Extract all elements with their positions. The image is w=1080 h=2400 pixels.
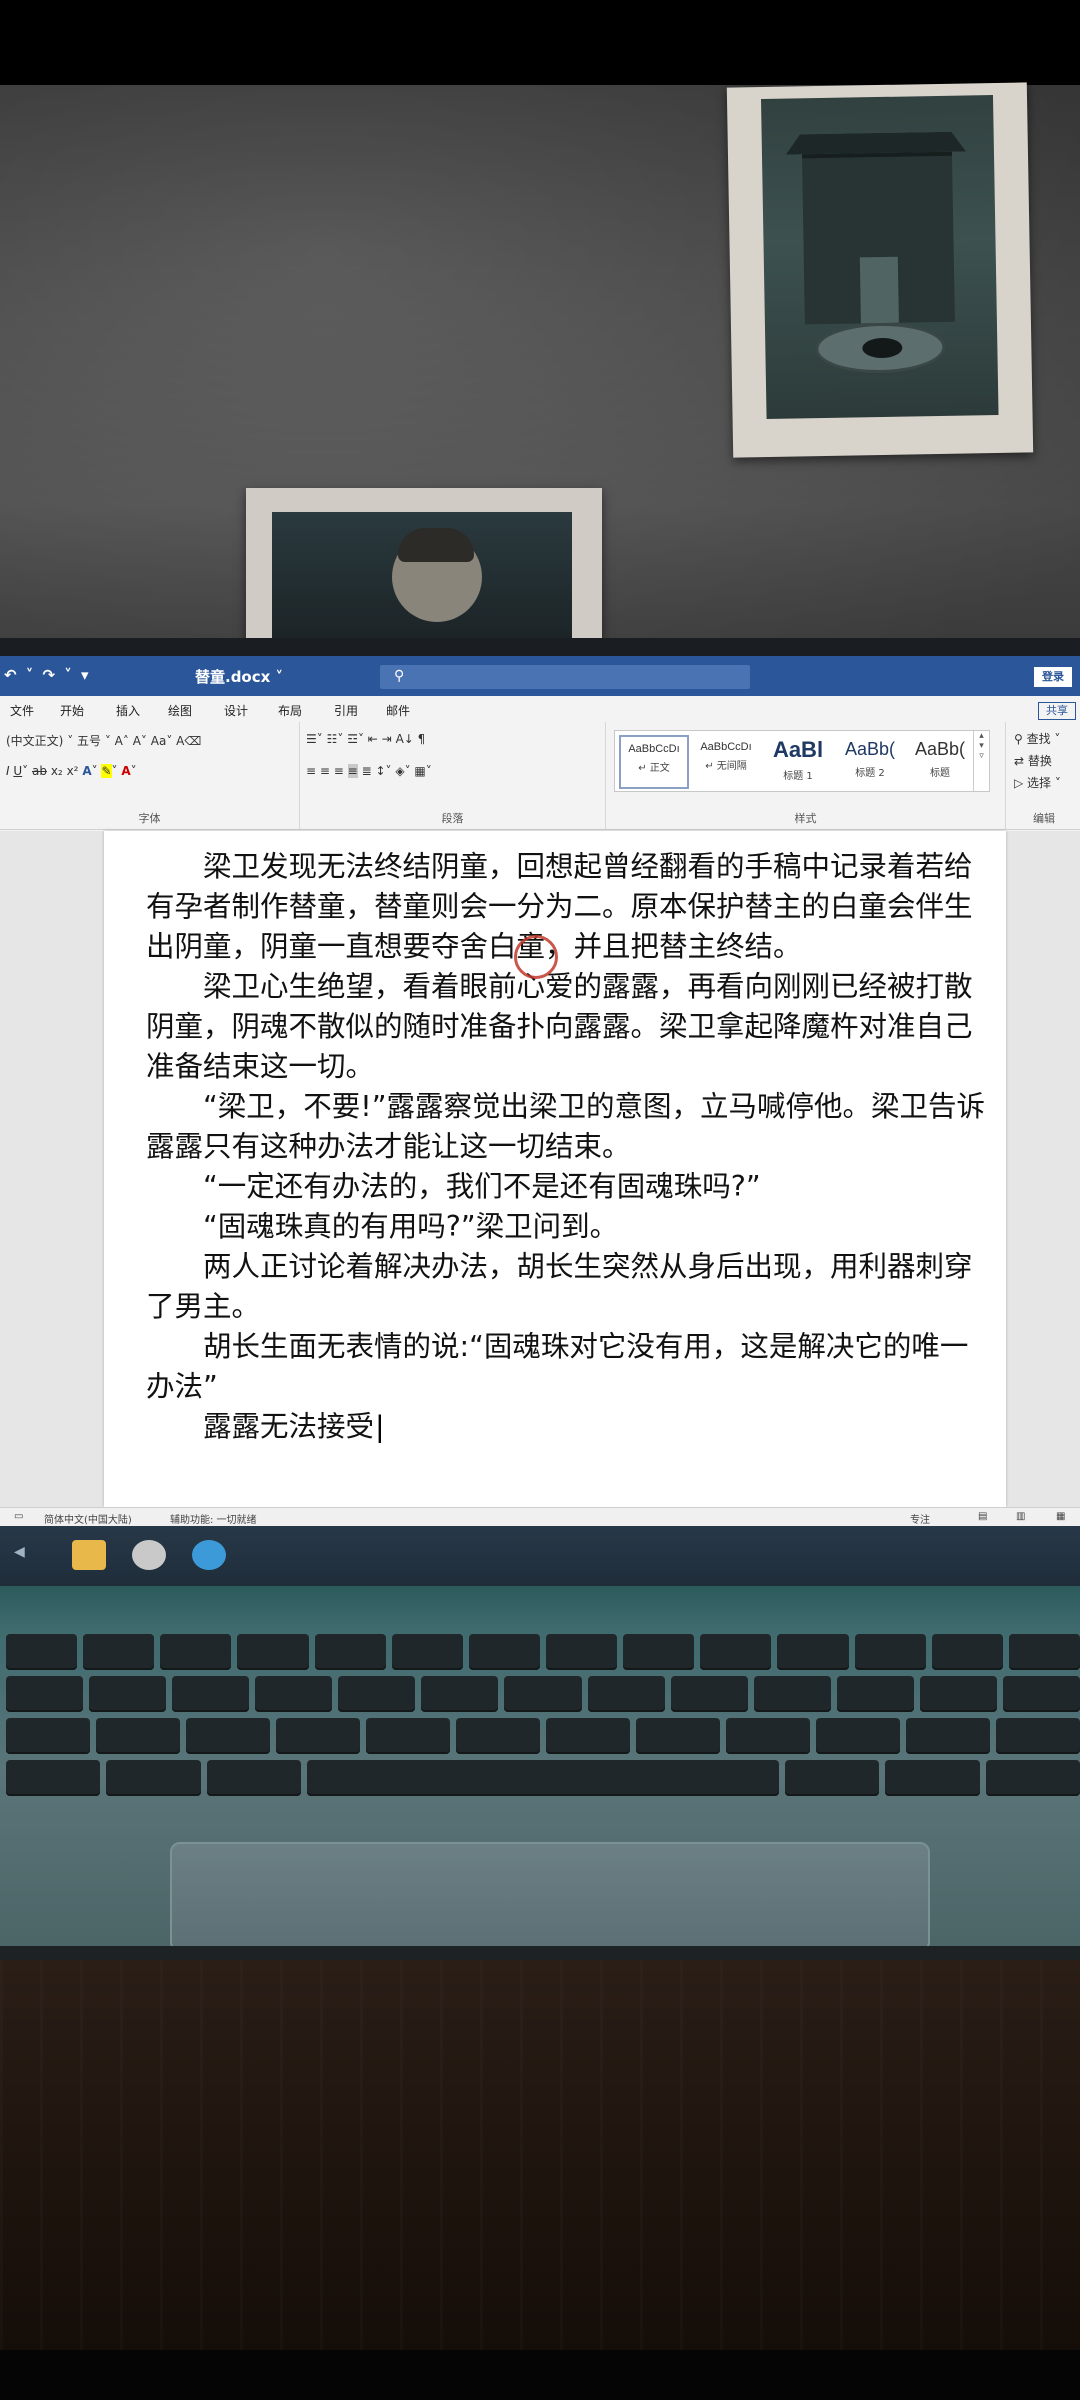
tab-references[interactable]: 引用 — [334, 702, 358, 719]
folder-icon[interactable] — [72, 1540, 106, 1570]
browser-icon[interactable] — [192, 1540, 226, 1570]
highlight-circle-marker[interactable] — [514, 935, 558, 979]
borders-icon[interactable]: ▦˅ — [414, 764, 431, 778]
subscript-button[interactable]: x₂ — [51, 764, 63, 778]
paragraph[interactable]: 两人正讨论着解决办法，胡长生突然从身后出现，用利器刺穿了男主。 — [146, 1247, 990, 1327]
sort-icon[interactable]: A↓ — [396, 732, 414, 746]
ribbon: (中文正文) ˅ 五号 ˅ A˄ A˅ Aa˅ A⌫ I U˅ ab x₂ x²… — [0, 722, 1080, 830]
share-button[interactable]: 共享 — [1038, 702, 1076, 720]
document-text[interactable]: 梁卫发现无法终结阴童，回想起曾经翻看的手稿中记录着若给有孕者制作替童，替童则会一… — [146, 847, 990, 1447]
paragraph-group: ☰˅ ☷˅ ☲˅ ⇤ ⇥ A↓ ¶ ≡ ≡ ≡ ≡ ≣ ↕˅ ◈˅ ▦˅ 段落 — [300, 722, 606, 830]
print-layout-icon[interactable]: ▥ — [1016, 1511, 1025, 1522]
styles-group: 样式 — [606, 722, 1006, 830]
laptop-edge — [0, 1946, 1080, 1960]
align-center-icon[interactable]: ≡ — [320, 764, 330, 778]
font-size-select[interactable]: 五号 — [77, 734, 101, 748]
paragraph[interactable]: “梁卫，不要!”露露察觉出梁卫的意图，立马喊停他。梁卫告诉露露只有这种办法才能让… — [146, 1087, 990, 1167]
font-group-label: 字体 — [138, 812, 161, 825]
align-right-icon[interactable]: ≡ — [334, 764, 344, 778]
tab-file[interactable]: 文件 — [10, 702, 34, 719]
editing-group-label: 编辑 — [1033, 812, 1055, 825]
speaker-icon[interactable]: ◀ — [14, 1544, 25, 1560]
sign-in-button[interactable]: 登录 — [1034, 667, 1072, 687]
tab-layout[interactable]: 布局 — [278, 702, 302, 719]
ribbon-tabs: 文件 开始 插入 绘图 设计 布局 引用 邮件 共享 — [0, 696, 1080, 722]
change-case-button[interactable]: Aa˅ — [151, 734, 173, 748]
keyboard — [0, 1634, 1080, 1824]
align-left-icon[interactable]: ≡ — [306, 764, 316, 778]
editing-group: ⚲ 查找 ˅ ⇄ 替换 ▷ 选择 ˅ 编辑 — [1008, 722, 1080, 830]
styles-group-label: 样式 — [794, 812, 817, 825]
shrink-font-button[interactable]: A˅ — [133, 734, 147, 748]
bullets-icon[interactable]: ☰˅ — [306, 732, 323, 746]
document-page[interactable]: 梁卫发现无法终结阴童，回想起曾经翻看的手稿中记录着若给有孕者制作替童，替童则会一… — [104, 831, 1006, 1507]
courtyard-illustration — [760, 95, 999, 420]
line-spacing-icon[interactable]: ↕˅ — [375, 764, 391, 778]
paragraph-group-label: 段落 — [441, 812, 464, 825]
paragraph[interactable]: 梁卫心生绝望，看着眼前心爱的露露，再看向刚刚已经被打散阴童，阴魂不散似的随时准备… — [146, 967, 990, 1087]
paragraph[interactable]: “一定还有办法的，我们不是还有固魂珠吗?” — [146, 1167, 990, 1207]
well-illustration — [814, 321, 946, 375]
replace-button[interactable]: ⇄ 替换 — [1014, 752, 1052, 769]
distribute-icon[interactable]: ≣ — [362, 764, 372, 778]
highlight-icon[interactable]: ✎ — [101, 764, 112, 778]
text-effects-button[interactable]: A — [82, 764, 91, 778]
search-icon: ⚲ — [394, 668, 405, 684]
taskbar: ◀ — [0, 1526, 1080, 1586]
font-color-button[interactable]: A — [121, 764, 130, 778]
grow-font-button[interactable]: A˄ — [115, 734, 129, 748]
italic-button[interactable]: I — [6, 764, 10, 778]
focus-mode-button[interactable]: 专注 — [910, 1511, 930, 1526]
shading-icon[interactable]: ◈˅ — [395, 764, 410, 778]
multilevel-list-icon[interactable]: ☲˅ — [347, 732, 364, 746]
tab-design[interactable]: 设计 — [224, 702, 248, 719]
web-layout-icon[interactable]: ▦ — [1056, 1511, 1065, 1522]
bottom-shadow — [0, 2350, 1080, 2400]
quick-access-toolbar[interactable]: ↶ ˅ ↷ ˅ ▾ — [4, 666, 91, 684]
laptop-base — [0, 1586, 1080, 1956]
select-button[interactable]: ▷ 选择 ˅ — [1014, 774, 1061, 791]
superscript-button[interactable]: x² — [67, 764, 79, 778]
clear-format-icon[interactable]: A⌫ — [176, 734, 201, 748]
tab-draw[interactable]: 绘图 — [168, 702, 192, 719]
tab-mailings[interactable]: 邮件 — [386, 702, 410, 719]
settings-icon[interactable] — [132, 1540, 166, 1570]
status-bar: ▭ 简体中文(中国大陆) 辅助功能: 一切就绪 专注 ▤ ▥ ▦ — [0, 1507, 1080, 1526]
justify-icon[interactable]: ≡ — [347, 764, 358, 778]
paragraph[interactable]: 胡长生面无表情的说:“固魂珠对它没有用，这是解决它的唯一办法” — [146, 1327, 990, 1407]
numbering-icon[interactable]: ☷˅ — [327, 732, 344, 746]
search-box[interactable]: ⚲ — [380, 665, 750, 689]
laptop-bezel — [0, 638, 1080, 656]
show-marks-icon[interactable]: ¶ — [418, 732, 426, 746]
tab-home[interactable]: 开始 — [60, 702, 84, 719]
document-filename[interactable]: 替童.docx ˅ — [195, 666, 283, 687]
underline-button[interactable]: U˅ — [13, 764, 28, 778]
title-bar: ↶ ˅ ↷ ˅ ▾ 替童.docx ˅ ⚲ 登录 — [0, 656, 1080, 696]
font-group: (中文正文) ˅ 五号 ˅ A˄ A˅ Aa˅ A⌫ I U˅ ab x₂ x²… — [0, 722, 300, 830]
find-button[interactable]: ⚲ 查找 ˅ — [1014, 730, 1060, 747]
increase-indent-icon[interactable]: ⇥ — [382, 732, 392, 746]
wall-photo-portrait — [246, 488, 602, 638]
document-area: 梁卫发现无法终结阴童，回想起曾经翻看的手稿中记录着若给有孕者制作替童，替童则会一… — [0, 831, 1080, 1507]
wooden-desk — [0, 1960, 1080, 2400]
word-window: ↶ ˅ ↷ ˅ ▾ 替童.docx ˅ ⚲ 登录 文件 开始 插入 绘图 设计 … — [0, 656, 1080, 1526]
font-name-select[interactable]: (中文正文) — [6, 734, 63, 748]
read-mode-icon[interactable]: ▤ — [978, 1511, 987, 1522]
decrease-indent-icon[interactable]: ⇤ — [368, 732, 378, 746]
top-letterbox — [0, 0, 1080, 85]
paragraph[interactable]: 梁卫发现无法终结阴童，回想起曾经翻看的手稿中记录着若给有孕者制作替童，替童则会一… — [146, 847, 990, 967]
strikethrough-button[interactable]: ab — [32, 764, 47, 778]
trackpad — [170, 1842, 930, 1952]
tab-insert[interactable]: 插入 — [116, 702, 140, 719]
wall-photo-courtyard — [726, 82, 1034, 458]
paragraph[interactable]: “固魂珠真的有用吗?”梁卫问到。 — [146, 1207, 990, 1247]
paragraph-with-cursor[interactable]: 露露无法接受 — [146, 1407, 990, 1447]
accessibility-indicator[interactable]: 辅助功能: 一切就绪 — [170, 1511, 257, 1526]
page-icon[interactable]: ▭ — [14, 1511, 23, 1522]
language-indicator[interactable]: 简体中文(中国大陆) — [44, 1511, 132, 1526]
